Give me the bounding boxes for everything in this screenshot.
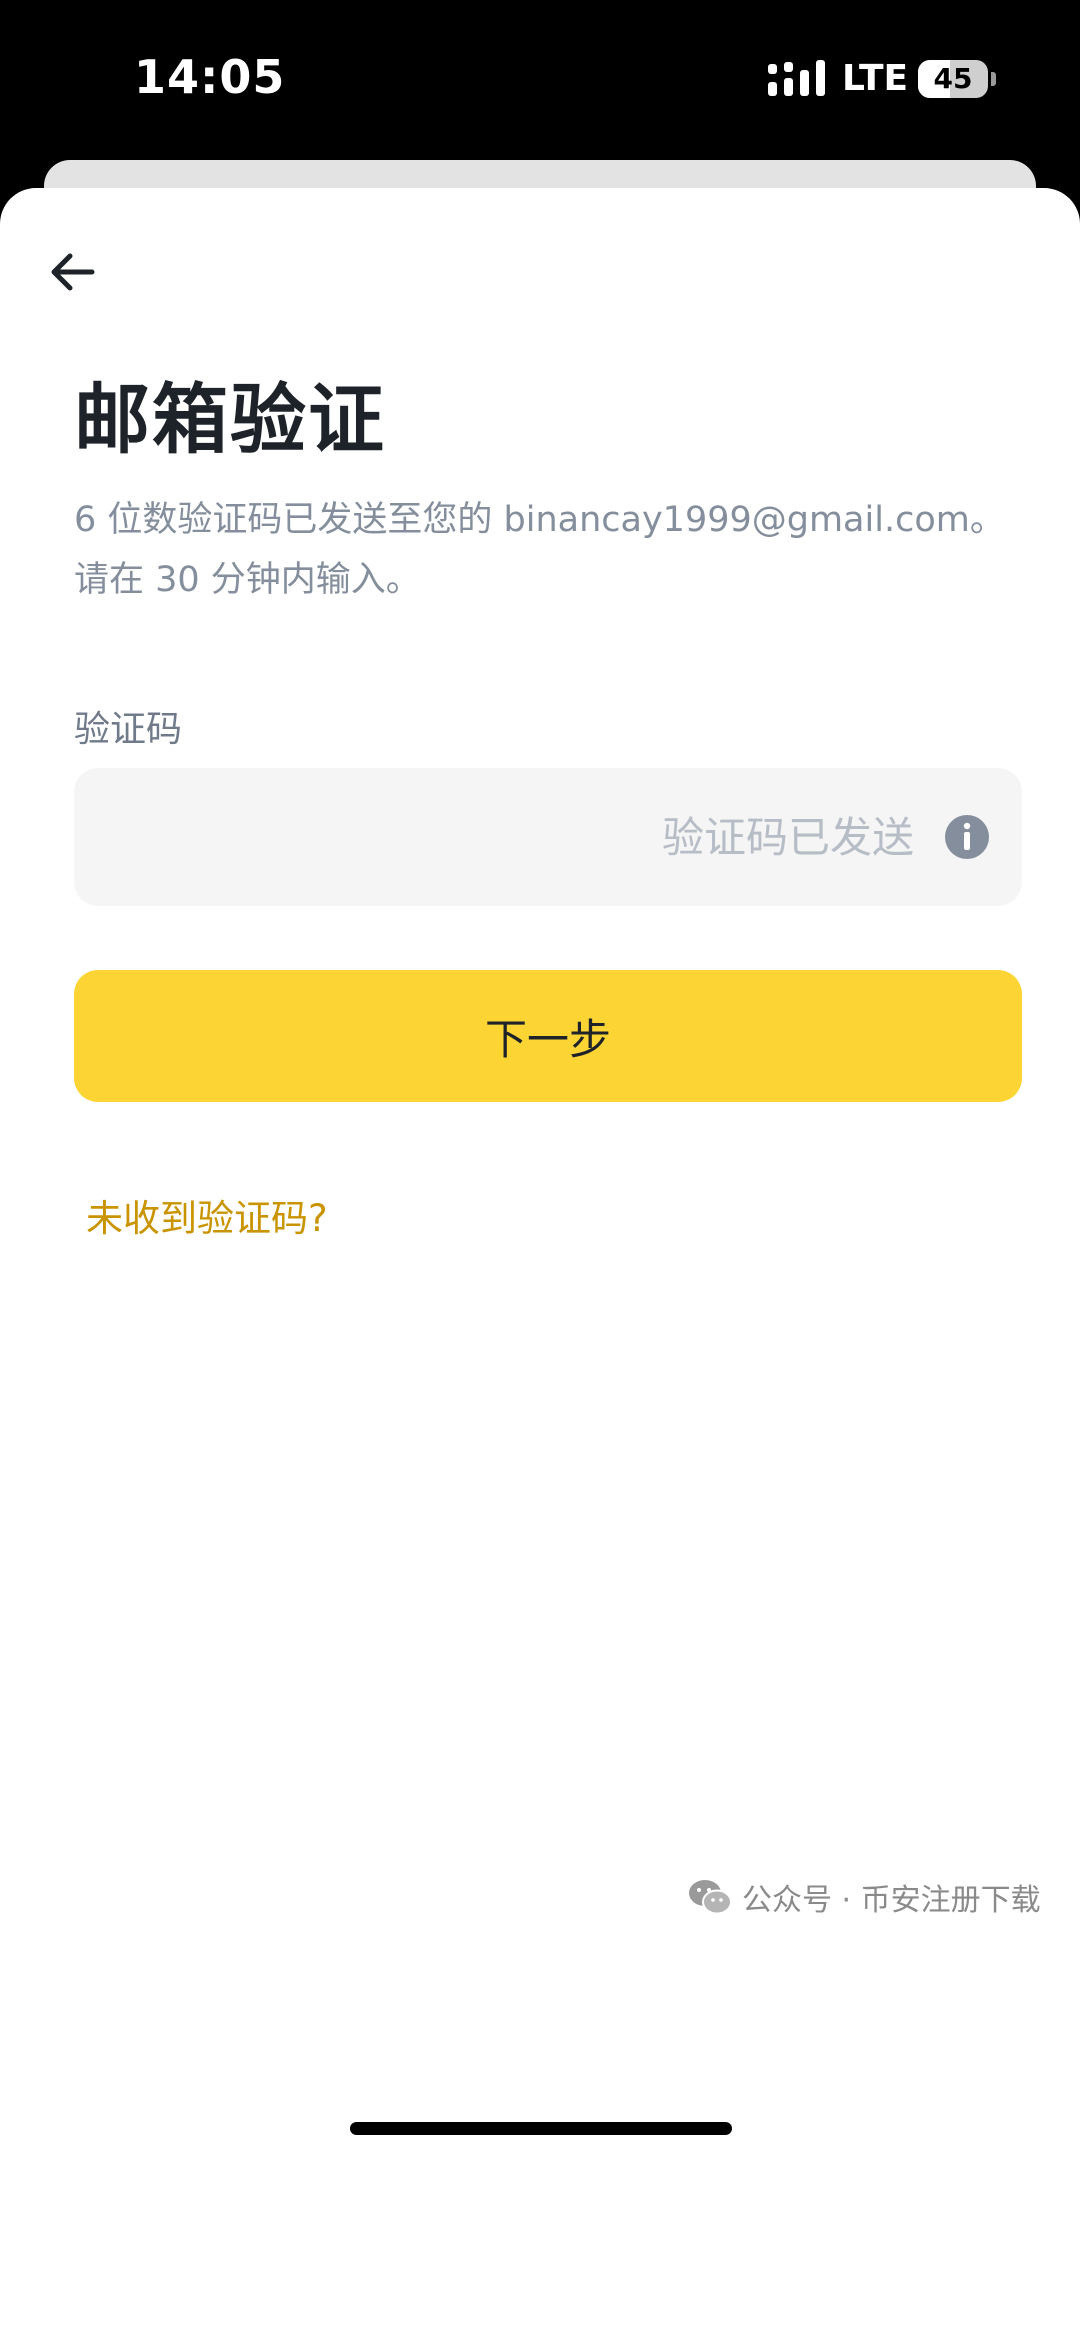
app-screen: 14:05 LTE 45 邮箱验证 6 位数验证码已发送至您的 binancay…: [0, 0, 1080, 2341]
status-time: 14:05: [134, 50, 286, 104]
page-title: 邮箱验证: [74, 375, 386, 464]
code-input-container: [74, 768, 1022, 906]
verification-code-input[interactable]: [104, 768, 984, 906]
wechat-icon: [689, 1880, 732, 1915]
watermark-text: 公众号 · 币安注册下载: [742, 1883, 1041, 1918]
battery-level: 45: [933, 62, 973, 95]
next-button[interactable]: 下一步: [74, 970, 1022, 1102]
cellular-signal-icon: [768, 60, 825, 96]
info-icon[interactable]: [944, 814, 990, 860]
email-verification-sheet: 邮箱验证 6 位数验证码已发送至您的 binancay1999@gmail.co…: [0, 188, 1080, 2341]
verification-description: 6 位数验证码已发送至您的 binancay1999@gmail.com。请在 …: [74, 500, 1005, 600]
code-field-label: 验证码: [74, 709, 183, 750]
battery-icon: 45: [918, 60, 988, 98]
resend-code-link[interactable]: 未收到验证码?: [86, 1188, 328, 1242]
battery-cap: [991, 72, 996, 86]
watermark: 公众号 · 币安注册下载: [688, 1872, 1041, 1922]
home-indicator[interactable]: [350, 2122, 732, 2135]
network-type: LTE: [842, 58, 909, 99]
back-button[interactable]: [40, 240, 104, 304]
arrow-left-icon: [51, 253, 95, 291]
status-bar: 14:05 LTE 45: [0, 0, 1080, 160]
